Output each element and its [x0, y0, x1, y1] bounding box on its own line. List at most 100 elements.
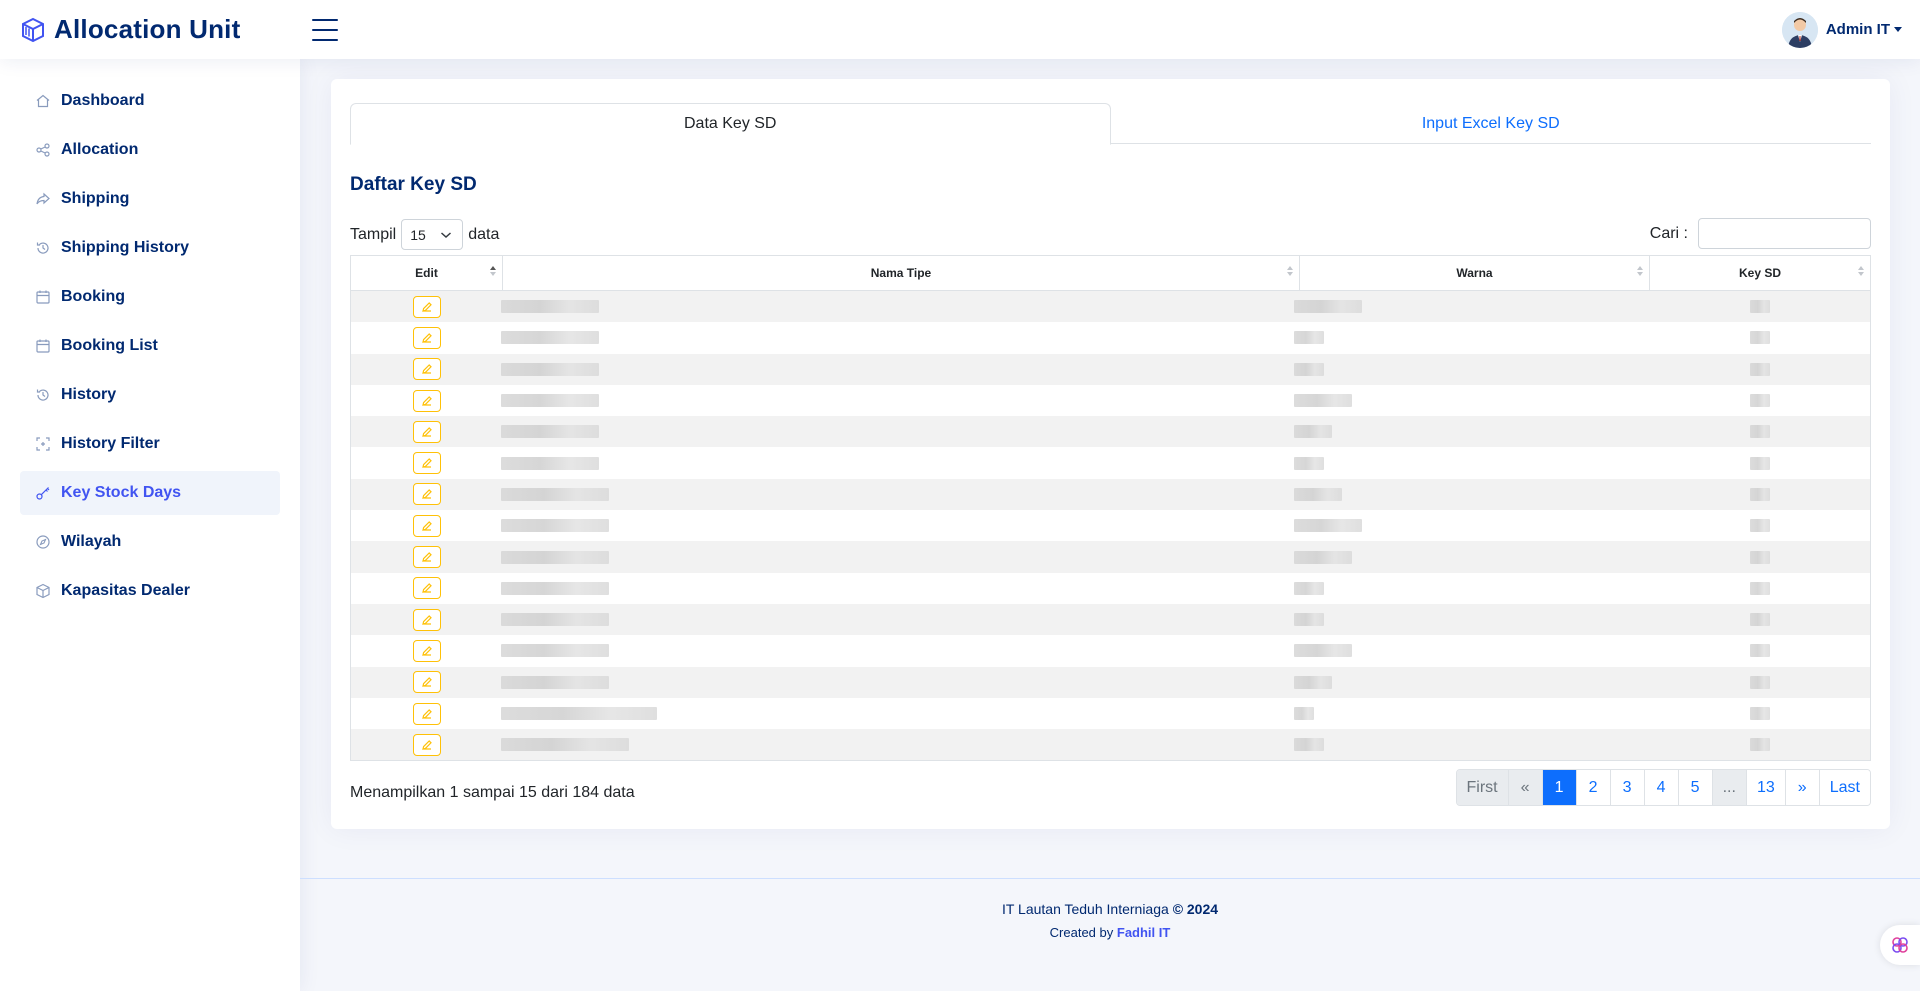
- sidebar-item-key-stock-days[interactable]: Key Stock Days: [20, 471, 280, 515]
- nama-tipe-cell: [501, 354, 1300, 385]
- nama-tipe-cell: [501, 322, 1300, 353]
- table-row: [351, 603, 1870, 636]
- page-2-button[interactable]: 2: [1576, 770, 1611, 805]
- sidebar-item-history[interactable]: History: [20, 373, 280, 417]
- column-header-nama-tipe[interactable]: Nama Tipe: [503, 256, 1300, 290]
- key-sd-cell: [1650, 447, 1870, 478]
- warna-cell: [1294, 510, 1650, 541]
- sidebar-item-kapasitas-dealer[interactable]: Kapasitas Dealer: [20, 569, 280, 613]
- page-5-button[interactable]: 5: [1678, 770, 1713, 805]
- table-row: [351, 478, 1870, 511]
- redacted-text: [1750, 550, 1770, 564]
- key-icon: [35, 485, 51, 501]
- key-sd-cell: [1650, 385, 1870, 416]
- column-header-warna[interactable]: Warna: [1300, 256, 1650, 290]
- edit-button[interactable]: [413, 452, 441, 475]
- pencil-icon: [422, 708, 432, 719]
- sidebar-item-label: Booking: [61, 288, 125, 305]
- page-3-button[interactable]: 3: [1610, 770, 1645, 805]
- edit-button[interactable]: [413, 483, 441, 506]
- nama-tipe-cell: [501, 667, 1300, 698]
- table-body: [351, 291, 1870, 761]
- redacted-text: [1294, 425, 1332, 439]
- edit-button[interactable]: [413, 546, 441, 569]
- redacted-text: [501, 331, 599, 345]
- profile-dropdown[interactable]: Admin IT: [1781, 11, 1902, 48]
- redacted-text: [1750, 362, 1770, 376]
- edit-button[interactable]: [413, 295, 441, 318]
- table-row: [351, 385, 1870, 416]
- column-header-key-sd[interactable]: Key SD: [1650, 256, 1870, 290]
- warna-cell: [1294, 667, 1650, 698]
- sidebar-item-allocation[interactable]: Allocation: [20, 128, 280, 172]
- page-13-button[interactable]: 13: [1746, 770, 1786, 805]
- column-header-edit[interactable]: Edit: [351, 256, 503, 290]
- redacted-text: [1750, 738, 1770, 752]
- table-row: [351, 541, 1870, 573]
- edit-button[interactable]: [413, 514, 441, 537]
- warna-cell: [1294, 447, 1650, 478]
- redacted-text: [501, 362, 599, 376]
- page-4-button[interactable]: 4: [1644, 770, 1679, 805]
- app-logo[interactable]: Allocation Unit: [0, 14, 300, 45]
- sidebar-item-label: Booking List: [61, 337, 158, 354]
- copyright-line: IT Lautan Teduh Interniaga © 2024: [300, 901, 1920, 917]
- page-next-button[interactable]: »: [1785, 770, 1820, 805]
- sidebar-item-dashboard[interactable]: Dashboard: [20, 79, 280, 123]
- edit-button[interactable]: [413, 702, 441, 725]
- house-icon: [35, 93, 51, 109]
- page-last-button[interactable]: Last: [1819, 770, 1870, 805]
- author-link[interactable]: Fadhil IT: [1117, 925, 1170, 940]
- redacted-text: [1750, 613, 1770, 627]
- page-prev-button[interactable]: «: [1508, 770, 1543, 805]
- edit-button[interactable]: [413, 389, 441, 412]
- share-icon: [35, 142, 51, 158]
- search-input[interactable]: [1698, 218, 1871, 249]
- company-name: IT Lautan Teduh Interniaga: [1001, 901, 1169, 917]
- menu-bar: [312, 38, 338, 41]
- edit-button[interactable]: [413, 733, 441, 756]
- page-length-control: Tampil 15 data: [350, 219, 499, 250]
- warna-cell: [1294, 635, 1650, 666]
- sidebar-item-shipping[interactable]: Shipping: [20, 177, 280, 221]
- edit-button[interactable]: [413, 420, 441, 443]
- sidebar-item-wilayah[interactable]: Wilayah: [20, 520, 280, 564]
- page-length-select[interactable]: 15: [401, 219, 464, 250]
- floating-helper-button[interactable]: [1880, 925, 1920, 965]
- sidebar-item-booking[interactable]: Booking: [20, 275, 280, 319]
- edit-button[interactable]: [413, 577, 441, 600]
- nama-tipe-cell: [501, 510, 1300, 541]
- sidebar-item-label: Wilayah: [61, 533, 122, 550]
- sidebar-item-booking-list[interactable]: Booking List: [20, 324, 280, 368]
- table-info: Menampilkan 1 sampai 15 dari 184 data: [350, 784, 635, 801]
- warna-cell: [1294, 322, 1650, 353]
- forward-icon: [35, 191, 51, 207]
- redacted-text: [1294, 331, 1324, 345]
- edit-button[interactable]: [413, 326, 441, 349]
- menu-bar: [312, 18, 338, 21]
- edit-button[interactable]: [413, 671, 441, 694]
- pencil-icon: [422, 583, 432, 594]
- warna-cell: [1294, 573, 1650, 604]
- key-sd-cell: [1650, 354, 1870, 385]
- redacted-text: [1750, 675, 1770, 689]
- edit-button[interactable]: [413, 639, 441, 662]
- column-label: Edit: [415, 266, 438, 280]
- redacted-text: [1294, 394, 1352, 408]
- table-header: Edit Nama Tipe Warna Key SD: [351, 256, 1870, 291]
- sidebar-toggle-button[interactable]: [312, 18, 338, 41]
- page-1-button[interactable]: 1: [1542, 770, 1577, 805]
- sidebar-item-history-filter[interactable]: History Filter: [20, 422, 280, 466]
- redacted-text: [501, 487, 609, 501]
- key-sd-cell: [1650, 322, 1870, 353]
- edit-button[interactable]: [413, 358, 441, 381]
- tab-data-key-sd[interactable]: Data Key SD: [350, 103, 1111, 145]
- page-first-button[interactable]: First: [1456, 770, 1509, 805]
- history-icon: [35, 387, 51, 403]
- sidebar-item-shipping-history[interactable]: Shipping History: [20, 226, 280, 270]
- tab-input-excel-key-sd[interactable]: Input Excel Key SD: [1111, 103, 1872, 144]
- redacted-text: [501, 394, 599, 408]
- warna-cell: [1294, 698, 1650, 729]
- edit-button[interactable]: [413, 608, 441, 631]
- table-row: [351, 666, 1870, 698]
